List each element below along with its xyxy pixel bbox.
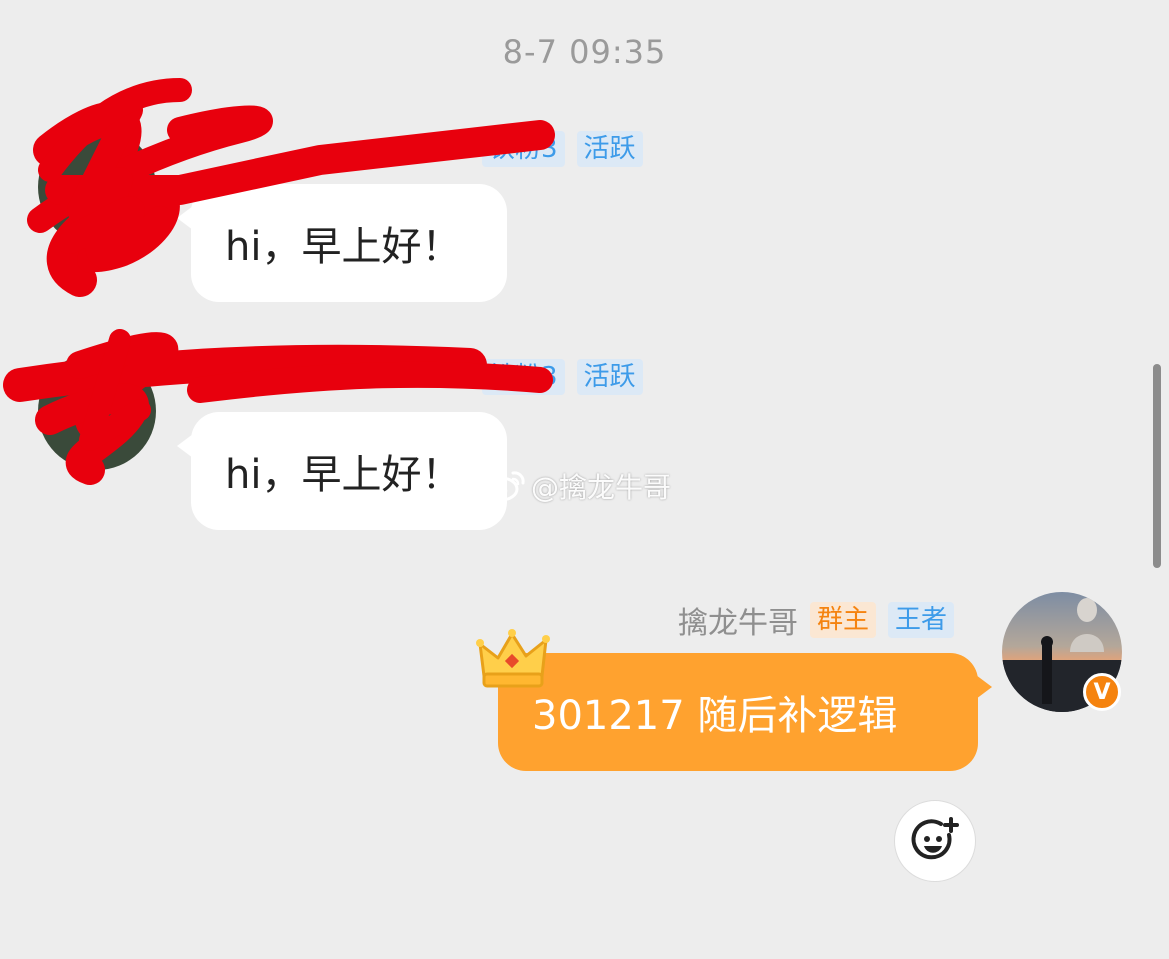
scrollbar-thumb[interactable]	[1153, 364, 1161, 568]
message-text-1: hi，早上好！	[225, 224, 462, 270]
weibo-watermark: @擒龙牛哥	[483, 466, 671, 506]
fan-level-badge-1: 铁粉3	[482, 131, 565, 167]
group-owner-badge: 群主	[810, 602, 877, 638]
active-badge-1: 活跃	[576, 131, 643, 167]
sender-name-row-1: 铁粉3 活跃	[200, 131, 643, 167]
message-bubble-2[interactable]: hi，早上好！	[177, 412, 507, 530]
message-bubble-1[interactable]: hi，早上好！	[177, 184, 507, 302]
sender-name-row-2: 铁粉3 活跃	[200, 359, 643, 395]
message-text-3: 301217 随后补逻辑	[532, 693, 898, 739]
verified-v-icon: V	[1083, 673, 1121, 711]
watermark-text: @擒龙牛哥	[531, 471, 672, 504]
emoji-add-button[interactable]	[894, 800, 976, 882]
sender-name-3[interactable]: 擒龙牛哥	[678, 598, 798, 642]
weibo-logo-icon	[483, 471, 525, 502]
emoji-add-icon	[911, 817, 959, 860]
message-text-2: hi，早上好！	[225, 452, 462, 498]
sender-avatar-1[interactable]	[38, 128, 156, 246]
message-bubble-3[interactable]: 301217 随后补逻辑	[498, 653, 992, 771]
active-badge-2: 活跃	[576, 359, 643, 395]
message-timestamp: 8-7 09:35	[502, 33, 667, 71]
sender-avatar-2[interactable]	[38, 352, 156, 470]
king-badge: 王者	[888, 602, 955, 638]
sender-name-row-3: 擒龙牛哥 群主 王者	[678, 602, 955, 641]
fan-level-badge-2: 铁粉3	[482, 359, 565, 395]
